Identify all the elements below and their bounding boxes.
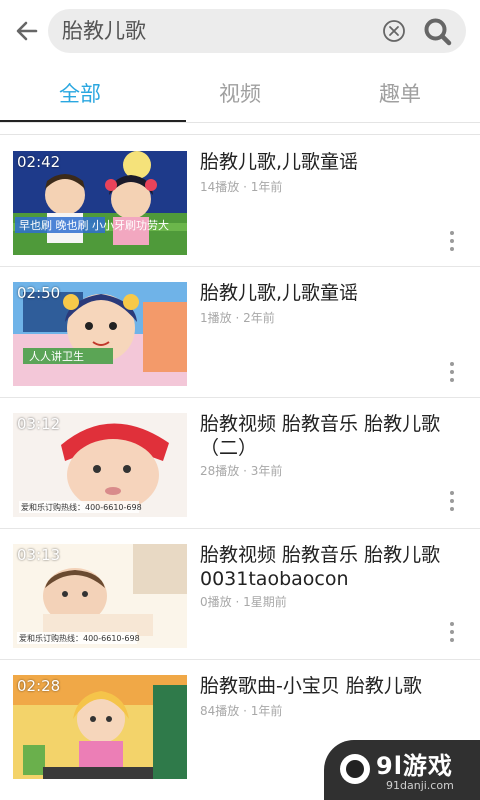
result-item[interactable]: 早也刷 晚也刷 小小牙刷功劳大 02:42 胎教儿歌,儿歌童谣 14播放 · 1… (0, 136, 480, 267)
tab-playlists[interactable]: 趣单 (320, 64, 480, 122)
video-duration: 02:28 (17, 677, 61, 695)
back-button[interactable] (10, 14, 44, 48)
more-options-button[interactable] (440, 357, 464, 387)
search-button[interactable] (422, 16, 454, 48)
watermark-site: 91danji.com (386, 779, 454, 792)
search-query-text: 胎教儿歌 (62, 19, 146, 43)
thumbnail-caption: 人人讲卫生 (29, 349, 84, 363)
video-thumbnail[interactable]: 爱和乐订购热线：400-6610-698 03:12 (13, 413, 187, 517)
result-item[interactable]: 爱和乐订购热线：400-6610-698 03:13 胎教视频 胎教音乐 胎教儿… (0, 529, 480, 660)
list-top-divider (0, 134, 480, 135)
more-vertical-icon (450, 362, 454, 366)
more-vertical-icon (450, 491, 454, 495)
video-thumbnail[interactable]: 人人讲卫生 02:50 (13, 282, 187, 386)
more-vertical-icon (450, 231, 454, 235)
video-duration: 02:50 (17, 284, 61, 302)
more-options-button[interactable] (440, 486, 464, 516)
more-options-button[interactable] (440, 617, 464, 647)
more-vertical-icon (450, 622, 454, 626)
filter-tabs: 全部 视频 趣单 (0, 64, 480, 122)
top-bar: 胎教儿歌 (0, 0, 480, 64)
thumbnail-caption: 早也刷 晚也刷 小小牙刷功劳大 (19, 218, 169, 232)
video-duration: 02:42 (17, 153, 61, 171)
tab-playlists-label: 趣单 (379, 82, 421, 106)
video-duration: 03:13 (17, 546, 61, 564)
thumbnail-caption: 爱和乐订购热线：400-6610-698 (19, 633, 140, 643)
tab-videos-label: 视频 (219, 82, 261, 106)
video-meta: 1播放 · 2年前 (200, 311, 275, 325)
video-meta: 28播放 · 3年前 (200, 464, 283, 478)
watermark-brand: 9l游戏 (376, 752, 453, 780)
video-title[interactable]: 胎教儿歌,儿歌童谣 (200, 281, 450, 305)
video-thumbnail[interactable]: 早也刷 晚也刷 小小牙刷功劳大 02:42 (13, 151, 187, 255)
thumbnail-caption: 爱和乐订购热线：400-6610-698 (21, 502, 142, 512)
more-options-button[interactable] (440, 226, 464, 256)
tab-all-label: 全部 (59, 82, 101, 106)
clear-search-button[interactable] (382, 19, 406, 43)
video-meta: 0播放 · 1星期前 (200, 595, 287, 609)
video-duration: 03:12 (17, 415, 61, 433)
clear-circle-icon (383, 20, 405, 42)
back-arrow-icon (16, 21, 38, 41)
video-title[interactable]: 胎教歌曲-小宝贝 胎教儿歌 (200, 674, 450, 698)
search-field[interactable]: 胎教儿歌 (48, 9, 466, 53)
video-title[interactable]: 胎教视频 胎教音乐 胎教儿歌（二） (200, 412, 450, 460)
tab-videos[interactable]: 视频 (160, 64, 320, 122)
result-item[interactable]: 爱和乐订购热线：400-6610-698 03:12 胎教视频 胎教音乐 胎教儿… (0, 398, 480, 529)
tabs-divider (0, 122, 480, 123)
video-title[interactable]: 胎教儿歌,儿歌童谣 (200, 150, 450, 174)
video-meta: 14播放 · 1年前 (200, 180, 283, 194)
video-thumbnail[interactable]: 爱和乐订购热线：400-6610-698 03:13 (13, 544, 187, 648)
video-title[interactable]: 胎教视频 胎教音乐 胎教儿歌0031taobaocon (200, 543, 450, 591)
search-icon (424, 18, 452, 46)
watermark-overlay: 9l游戏 91danji.com (324, 740, 480, 800)
tab-all[interactable]: 全部 (0, 64, 160, 122)
video-thumbnail[interactable]: 02:28 (13, 675, 187, 779)
result-item[interactable]: 人人讲卫生 02:50 胎教儿歌,儿歌童谣 1播放 · 2年前 (0, 267, 480, 398)
watermark-logo-icon (340, 754, 370, 784)
video-meta: 84播放 · 1年前 (200, 704, 283, 718)
